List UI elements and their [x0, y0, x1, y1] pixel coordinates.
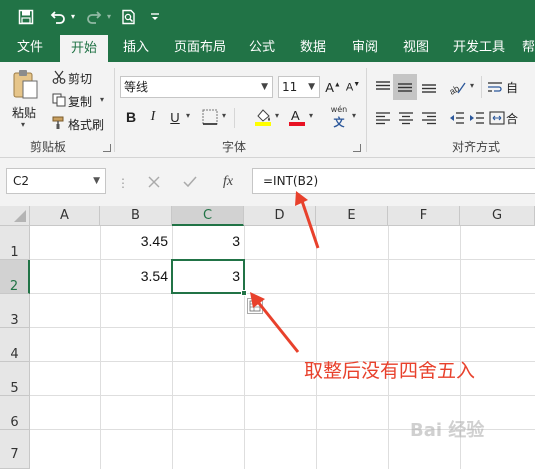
arrow-to-cell	[256, 301, 300, 353]
arrow-to-formula	[299, 197, 320, 249]
annotation-arrows	[250, 191, 320, 353]
watermark-logo: Bai 经验	[410, 420, 485, 441]
annotation-text: 取整后没有四舍五入	[304, 360, 476, 382]
